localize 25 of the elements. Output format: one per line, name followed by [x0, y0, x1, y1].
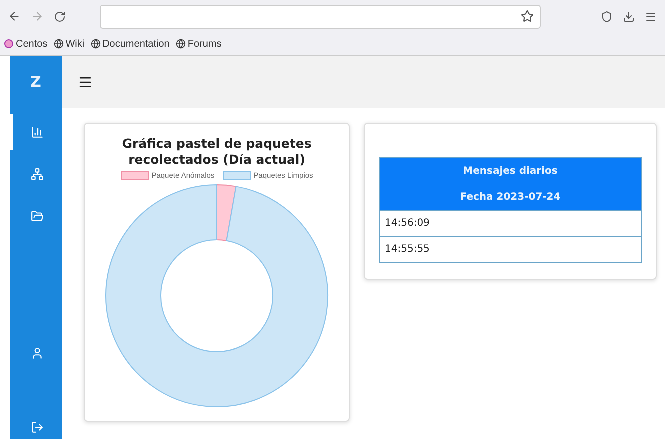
menu-icon[interactable]	[645, 10, 657, 22]
globe-icon	[176, 39, 186, 49]
reload-icon[interactable]	[54, 10, 66, 22]
folder-icon	[31, 210, 44, 222]
shield-icon[interactable]	[601, 10, 613, 22]
bar-chart-icon	[31, 126, 44, 138]
globe-icon	[54, 39, 64, 49]
table-cell: 14:55:55	[380, 236, 641, 262]
star-icon[interactable]	[521, 10, 534, 23]
globe-icon	[90, 39, 101, 49]
back-icon[interactable]	[8, 10, 21, 23]
bookmark-link[interactable]: Forums	[176, 38, 222, 50]
table-header: Mensajes diarios	[380, 158, 641, 184]
logout-icon	[31, 420, 44, 434]
download-icon[interactable]	[623, 10, 635, 22]
table-header: Fecha 2023-07-24	[380, 184, 641, 210]
chart-title: Gráfica pastel de paquetes recolectados (Día actual)	[121, 136, 313, 168]
menu-icon[interactable]	[78, 74, 93, 90]
bookmark-link[interactable]: Documentation	[90, 38, 170, 50]
user-icon	[31, 346, 44, 360]
bookmark-link[interactable]: Centos	[4, 38, 48, 50]
circle-icon	[4, 39, 14, 49]
bookmark-link[interactable]: Wiki	[54, 38, 85, 50]
table-cell: 14:56:09	[380, 210, 641, 236]
network-icon	[31, 168, 44, 180]
